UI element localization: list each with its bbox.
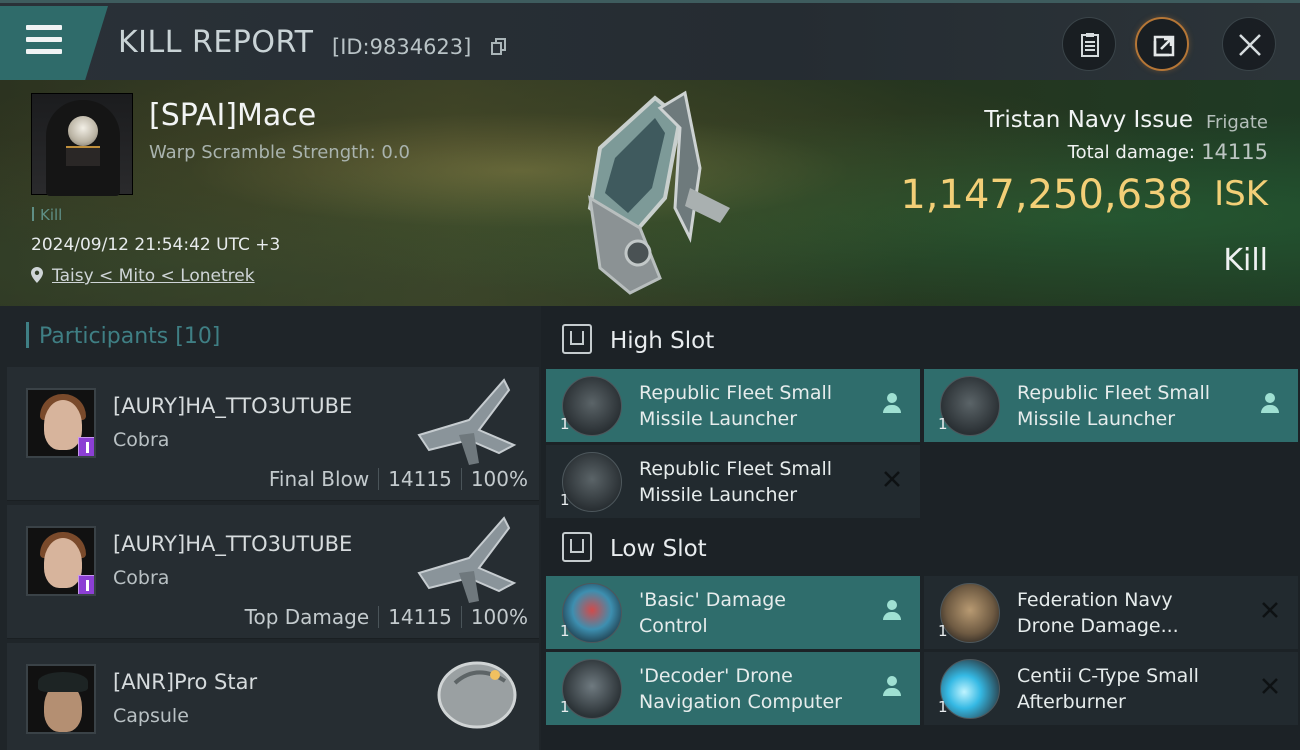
module-item[interactable]: 1 Federation Navy Drone Damage... <box>924 576 1298 649</box>
participant-row[interactable]: [AURY]HA_TTO3UTUBE Cobra Top Damage 14115… <box>7 505 539 639</box>
participant-name: [AURY]HA_TTO3UTUBE <box>113 532 353 556</box>
participant-stats: Top Damage 14115 100% <box>244 605 528 629</box>
missile-launcher-icon <box>562 452 622 512</box>
module-qty: 1 <box>938 622 948 640</box>
result-label: Kill <box>1223 243 1268 278</box>
module-qty: 1 <box>560 622 570 640</box>
missile-launcher-icon <box>562 376 622 436</box>
top-bar: KILL REPORT [ID:9834623] <box>0 0 1300 83</box>
warp-scramble-strength: Warp Scramble Strength: 0.0 <box>149 142 411 163</box>
module-item[interactable]: 1 Republic Fleet Small Missile Launcher <box>924 369 1298 442</box>
missile-launcher-icon <box>940 376 1000 436</box>
clipboard-icon <box>1081 33 1099 57</box>
module-item[interactable]: 1 'Basic' Damage Control <box>546 576 920 649</box>
module-name: 'Decoder' Drone Navigation Computer <box>639 665 842 713</box>
participant-stats: Final Blow 14115 100% <box>268 467 528 491</box>
menu-icon[interactable] <box>26 25 64 57</box>
isk-value: 1,147,250,638 <box>900 172 1193 218</box>
module-qty: 1 <box>938 698 948 716</box>
damage-control-icon <box>562 583 622 643</box>
avatar <box>26 388 96 458</box>
module-item[interactable]: 1 'Decoder' Drone Navigation Computer <box>546 652 920 725</box>
destroyed-x-icon <box>1260 676 1280 698</box>
high-slot-header: High Slot <box>562 324 714 354</box>
ship-render <box>587 90 730 295</box>
high-slot-icon <box>562 324 592 354</box>
total-damage-label: Total damage: <box>1067 142 1195 163</box>
drone-damage-icon <box>940 583 1000 643</box>
participant-ship: Cobra <box>113 429 170 451</box>
capsule-icon <box>437 661 517 729</box>
low-slot-icon <box>562 532 592 562</box>
page-title: KILL REPORT <box>118 25 314 60</box>
avatar <box>26 664 96 734</box>
participant-row[interactable]: [ANR]Pro Star Capsule <box>7 643 539 750</box>
role-badge-icon <box>78 575 94 594</box>
fitted-person-icon <box>882 676 902 698</box>
share-button[interactable] <box>1135 17 1189 71</box>
avatar <box>26 526 96 596</box>
kill-summary-banner: [SPAI]Mace Warp Scramble Strength: 0.0 K… <box>0 80 1300 306</box>
copy-icon[interactable] <box>491 38 507 56</box>
clipboard-button[interactable] <box>1062 17 1116 71</box>
fitted-person-icon <box>882 600 902 622</box>
participant-ship: Capsule <box>113 705 189 727</box>
victim-ship-class: Frigate <box>1205 112 1268 133</box>
participant-ship: Cobra <box>113 567 170 589</box>
participant-row[interactable]: [AURY]HA_TTO3UTUBE Cobra Final Blow 14115… <box>7 367 539 501</box>
kill-location[interactable]: Taisy < Mito < Lonetrek <box>31 266 255 286</box>
victim-name[interactable]: [SPAI]Mace <box>149 98 316 133</box>
module-item[interactable]: 1 Republic Fleet Small Missile Launcher <box>546 445 920 518</box>
destroyed-x-icon <box>882 469 902 491</box>
module-qty: 1 <box>560 415 570 433</box>
participants-header: Participants [10] <box>26 322 220 349</box>
close-icon <box>1239 34 1261 56</box>
module-name: Republic Fleet Small Missile Launcher <box>1017 382 1211 430</box>
module-name: Republic Fleet Small Missile Launcher <box>639 382 833 430</box>
module-item[interactable]: 1 Republic Fleet Small Missile Launcher <box>546 369 920 442</box>
module-name: 'Basic' Damage Control <box>639 589 786 637</box>
fitted-person-icon <box>882 393 902 415</box>
victim-ship-name[interactable]: Tristan Navy Issue <box>984 107 1193 133</box>
role-badge-icon <box>78 437 94 456</box>
location-link[interactable]: Taisy < Mito < Lonetrek <box>52 266 255 286</box>
kill-tag: Kill <box>32 206 62 224</box>
module-name: Federation Navy Drone Damage... <box>1017 589 1179 637</box>
module-name: Centii C-Type Small Afterburner <box>1017 665 1199 713</box>
participant-ship-icon <box>417 516 517 603</box>
module-qty: 1 <box>938 415 948 433</box>
drone-navigation-icon <box>562 659 622 719</box>
low-slot-header: Low Slot <box>562 532 707 562</box>
destroyed-x-icon <box>1260 600 1280 622</box>
close-button[interactable] <box>1222 17 1276 71</box>
afterburner-icon <box>940 659 1000 719</box>
kill-timestamp: 2024/09/12 21:54:42 UTC +3 <box>31 235 281 255</box>
share-icon <box>1153 35 1175 57</box>
victim-portrait[interactable] <box>31 93 133 196</box>
participant-ship-icon <box>417 378 517 465</box>
module-item[interactable]: 1 Centii C-Type Small Afterburner <box>924 652 1298 725</box>
report-id: [ID:9834623] <box>332 35 472 59</box>
isk-label: ISK <box>1214 174 1268 214</box>
module-qty: 1 <box>560 491 570 509</box>
participant-name: [AURY]HA_TTO3UTUBE <box>113 394 353 418</box>
participant-name: [ANR]Pro Star <box>113 670 258 694</box>
location-pin-icon <box>31 267 43 283</box>
total-damage-value: 14115 <box>1201 140 1268 164</box>
module-name: Republic Fleet Small Missile Launcher <box>639 458 833 506</box>
fitted-person-icon <box>1260 393 1280 415</box>
module-qty: 1 <box>560 698 570 716</box>
